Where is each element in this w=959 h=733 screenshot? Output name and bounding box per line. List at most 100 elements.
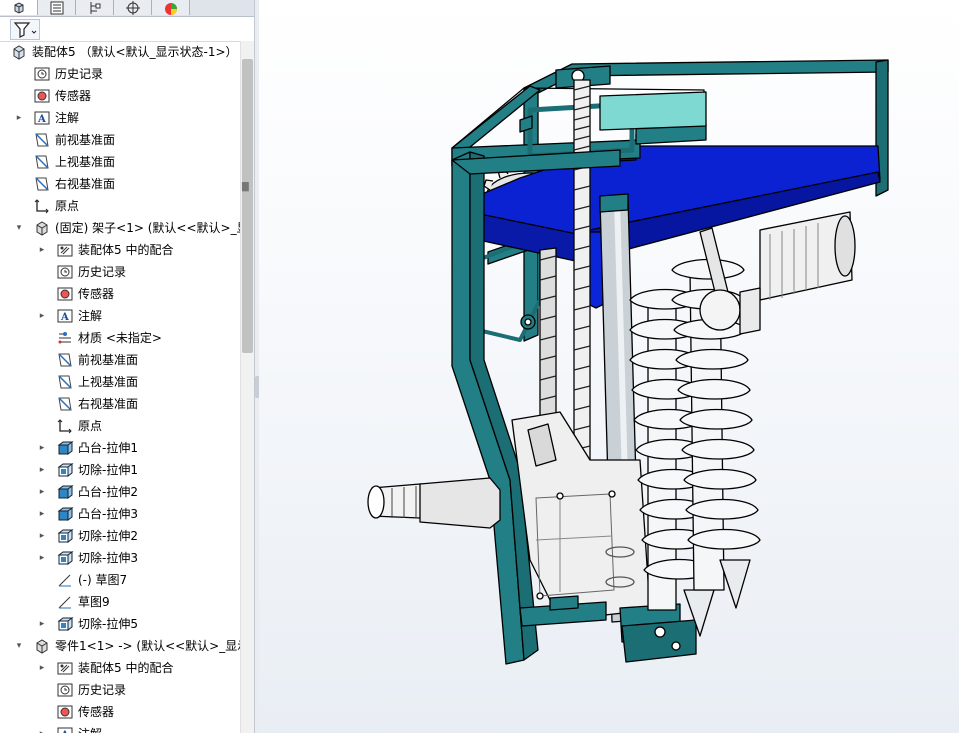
tree-item[interactable]: ▸ 凸台-拉伸3 (0, 503, 240, 525)
tab-feature-manager[interactable] (0, 0, 38, 15)
assembly-model (367, 59, 889, 665)
mates-icon (56, 242, 74, 258)
tab-configuration-manager[interactable] (76, 0, 114, 15)
tree-item-label: 传感器 (78, 705, 115, 719)
tree-item-label: 右视基准面 (55, 177, 116, 191)
tree-item[interactable]: ▾ (固定) 架子<1> (默认<<默认>_显 (0, 217, 249, 239)
part-icon (33, 220, 51, 236)
tree-item[interactable]: ▸ A 注解 (0, 723, 240, 733)
dimxpert-icon (125, 0, 140, 15)
tree-item[interactable]: 原点 (0, 415, 240, 437)
tree-item-label: 凸台-拉伸2 (78, 485, 138, 499)
part-icon (33, 638, 51, 654)
tree-item-label: 传感器 (55, 89, 92, 103)
tree-item-label: 凸台-拉伸1 (78, 441, 138, 455)
tab-dimxpert[interactable] (114, 0, 152, 15)
tree-item[interactable]: 上视基准面 (0, 151, 240, 173)
plane-icon (33, 154, 51, 170)
tree-item-label: 草图9 (78, 595, 110, 609)
tree-item[interactable]: 右视基准面 (0, 393, 240, 415)
tree-scrollbar-thumb[interactable] (242, 59, 253, 353)
tree-item[interactable]: ▸ 装配体5 中的配合 (0, 239, 240, 261)
svg-text:A: A (37, 114, 46, 125)
expand-arrow-icon[interactable]: ▸ (37, 553, 47, 563)
boss-extrude-icon (56, 440, 74, 456)
tree-item[interactable]: 上视基准面 (0, 371, 240, 393)
tree-item[interactable]: ▾ 装配体5 （默认<默认_显示状态-1>） (0, 41, 240, 63)
tree-item[interactable]: 前视基准面 (0, 349, 240, 371)
filter-button[interactable] (10, 19, 40, 40)
tree-item[interactable]: 前视基准面 (0, 129, 240, 151)
mates-icon (56, 660, 74, 676)
tab-property-manager[interactable] (38, 0, 76, 15)
tab-display-manager[interactable] (152, 0, 190, 15)
origin-icon (33, 198, 51, 214)
tree-item-label: 切除-拉伸5 (78, 617, 138, 631)
boss-extrude-icon (56, 484, 74, 500)
history-icon (56, 264, 74, 280)
tree-item[interactable]: ▸ 切除-拉伸5 (0, 613, 240, 635)
plane-icon (56, 396, 74, 412)
expand-arrow-icon[interactable]: ▸ (37, 619, 47, 629)
tree-item-label: 切除-拉伸1 (78, 463, 138, 477)
origin-icon (56, 418, 74, 434)
tree-item[interactable]: (-) 草图7 (0, 569, 240, 591)
cut-extrude-icon (56, 616, 74, 632)
expand-arrow-icon[interactable]: ▸ (37, 729, 47, 733)
plane-icon (33, 176, 51, 192)
graphics-area[interactable] (259, 0, 959, 733)
tree-item[interactable]: 传感器 (0, 85, 240, 107)
annotation-icon: A (56, 308, 74, 324)
tree-item-label: 传感器 (78, 287, 115, 301)
tree-item[interactable]: 右视基准面 (0, 173, 240, 195)
expand-arrow-icon[interactable]: ▸ (37, 245, 47, 255)
tree-item-label: 切除-拉伸3 (78, 551, 138, 565)
cut-extrude-icon (56, 550, 74, 566)
tree-item[interactable]: 历史记录 (0, 679, 240, 701)
history-icon (33, 66, 51, 82)
tree-item-label: 历史记录 (55, 67, 104, 81)
tree-item-label: 装配体5 中的配合 (78, 243, 174, 257)
tree-item[interactable]: ▸ 切除-拉伸1 (0, 459, 240, 481)
expand-arrow-icon[interactable]: ▸ (37, 509, 47, 519)
tree-item[interactable]: 历史记录 (0, 63, 240, 85)
tree-scrollbar[interactable] (240, 41, 255, 733)
plane-icon (33, 132, 51, 148)
tree-item-label: 前视基准面 (55, 133, 116, 147)
tree-item[interactable]: ▸ 切除-拉伸3 (0, 547, 240, 569)
plane-icon (56, 374, 74, 390)
tree-item[interactable]: 草图9 (0, 591, 240, 613)
tree-item[interactable]: ▸ 凸台-拉伸2 (0, 481, 240, 503)
expand-arrow-icon[interactable]: ▸ (37, 465, 47, 475)
tree-item-label: 装配体5 （默认<默认_显示状态-1>） (32, 45, 238, 59)
collapse-arrow-icon[interactable]: ▾ (0, 47, 1, 57)
tree-item-label: 上视基准面 (55, 155, 116, 169)
tree-item[interactable]: 材质 <未指定> (0, 327, 240, 349)
tree-item-label: 历史记录 (78, 683, 127, 697)
annotation-icon: A (56, 726, 74, 733)
expand-arrow-icon[interactable]: ▸ (37, 443, 47, 453)
tree-item[interactable]: ▸ 切除-拉伸2 (0, 525, 240, 547)
tree-item[interactable]: 历史记录 (0, 261, 240, 283)
tree-item-label: 凸台-拉伸3 (78, 507, 138, 521)
side-roller (699, 211, 856, 335)
tree-item[interactable]: ▸ A 注解 (0, 305, 240, 327)
display-manager-icon (164, 2, 177, 15)
tree-item[interactable]: 传感器 (0, 283, 240, 305)
collapse-arrow-icon[interactable]: ▾ (14, 223, 24, 233)
tree-item[interactable]: ▸ A 注解 (0, 107, 240, 129)
expand-arrow-icon[interactable]: ▸ (37, 311, 47, 321)
expand-arrow-icon[interactable]: ▸ (37, 663, 47, 673)
collapse-arrow-icon[interactable]: ▾ (14, 641, 24, 651)
expand-arrow-icon[interactable]: ▸ (14, 113, 24, 123)
expand-arrow-icon[interactable]: ▸ (37, 531, 47, 541)
tree-item-label: 注解 (78, 726, 102, 733)
tree-item[interactable]: 原点 (0, 195, 240, 217)
tree-item[interactable]: ▸ 装配体5 中的配合 (0, 657, 240, 679)
scroll-grip-icon: ▬ ▬ ▬ (241, 179, 250, 195)
tree-item[interactable]: ▾ 零件1<1> -> (默认<<默认>_显示 (0, 635, 249, 657)
cut-extrude-icon (56, 462, 74, 478)
tree-item[interactable]: 传感器 (0, 701, 240, 723)
expand-arrow-icon[interactable]: ▸ (37, 487, 47, 497)
tree-item[interactable]: ▸ 凸台-拉伸1 (0, 437, 240, 459)
